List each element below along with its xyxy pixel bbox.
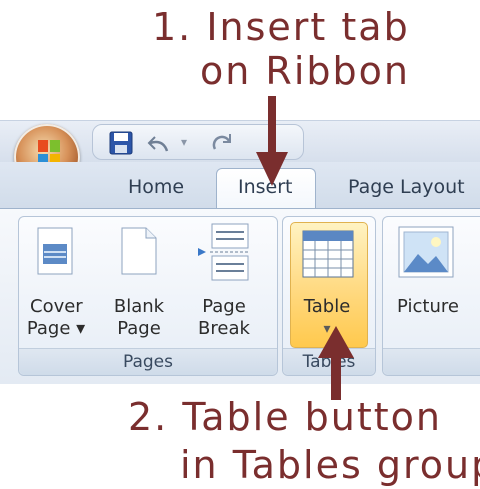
cover-page-label1[interactable]: Cover (30, 296, 83, 318)
annotation-step2-line2: in Tables group (180, 443, 480, 487)
group-pages-label: Pages (19, 348, 277, 375)
page-break-label1[interactable]: Page (196, 296, 252, 318)
cover-page-icon[interactable] (36, 226, 74, 276)
annotation-step1-line1: 1. Insert tab (152, 5, 410, 49)
page-break-icon[interactable] (196, 222, 252, 282)
save-icon[interactable] (109, 131, 133, 155)
picture-icon[interactable] (398, 226, 454, 278)
tab-home[interactable]: Home (128, 176, 184, 198)
annotation-step2-line1: 2. Table button (128, 395, 443, 439)
arrow-to-table-button (318, 326, 354, 400)
arrow-to-insert-tab (256, 96, 288, 186)
cover-page-label2[interactable]: Page ▾ (26, 318, 86, 340)
page-break-label2[interactable]: Break (196, 318, 252, 340)
picture-label[interactable]: Picture (390, 296, 466, 318)
group-illustrations-label (383, 348, 480, 375)
blank-page-icon[interactable] (120, 226, 158, 276)
undo-dropdown-icon[interactable]: ▾ (181, 135, 187, 149)
undo-icon[interactable] (147, 131, 175, 155)
table-icon (302, 230, 354, 278)
redo-icon[interactable] (209, 131, 235, 155)
tab-page-layout[interactable]: Page Layout (348, 176, 465, 198)
blank-page-label1[interactable]: Blank (112, 296, 166, 318)
annotation-step1-line2: on Ribbon (200, 49, 410, 93)
table-button-label[interactable]: Table (296, 296, 358, 318)
blank-page-label2[interactable]: Page (112, 318, 166, 340)
